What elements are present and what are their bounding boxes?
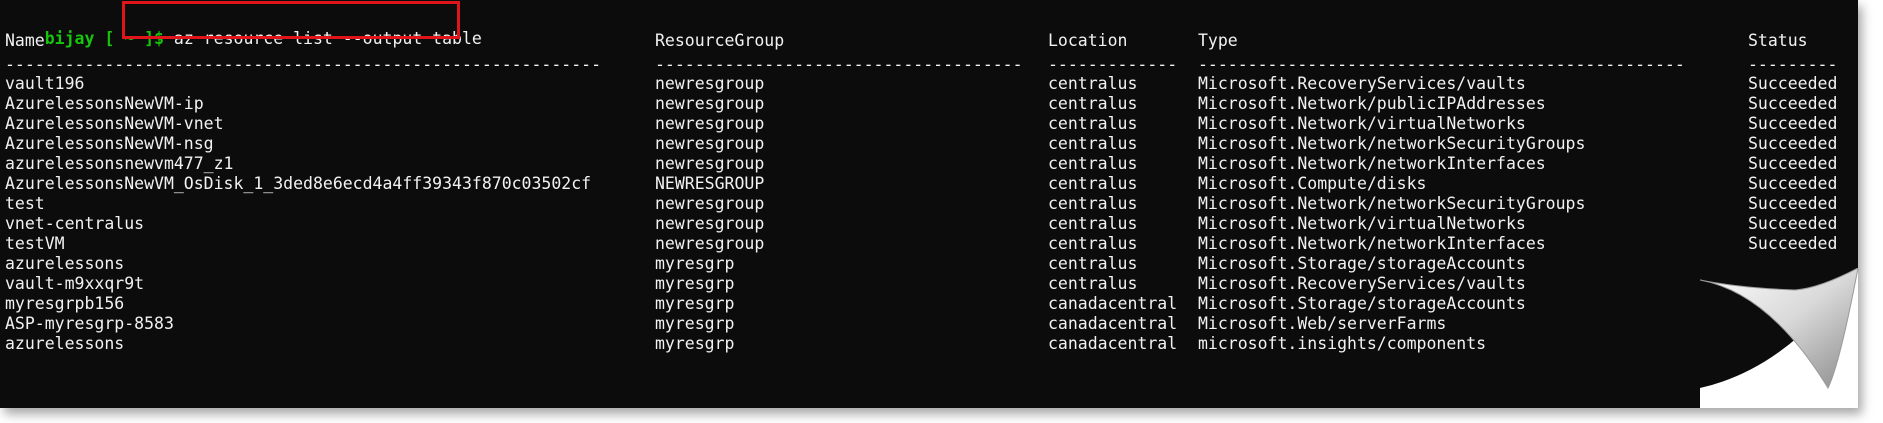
column-header: Name [5,31,45,50]
column-header: Status [1748,31,1808,50]
cell-name: azurelessons [5,334,125,353]
column-header: Location [1048,31,1128,50]
command-highlight-box [122,1,460,39]
header-row: Name ResourceGroup Location Type Status [5,29,1808,53]
separator: ----------------------------------------… [5,55,602,74]
cell-status: Succeeded [1748,234,1838,253]
cell-location: canadacentral [1048,334,1178,353]
column-header: ResourceGroup [655,31,785,50]
terminal-window[interactable]: bijay [ ~ ]$ az resource list --output t… [0,0,1858,408]
cell-name: AzurelessonsNewVM_OsDisk_1_3ded8e6ecd4a4… [5,174,592,193]
page-curl-decoration [1700,268,1859,408]
column-header: Type [1198,31,1238,50]
cell-group: myresgrp [655,334,735,353]
prompt-user: bijay [44,29,95,48]
cell-type: microsoft.insights/components [1198,334,1487,353]
